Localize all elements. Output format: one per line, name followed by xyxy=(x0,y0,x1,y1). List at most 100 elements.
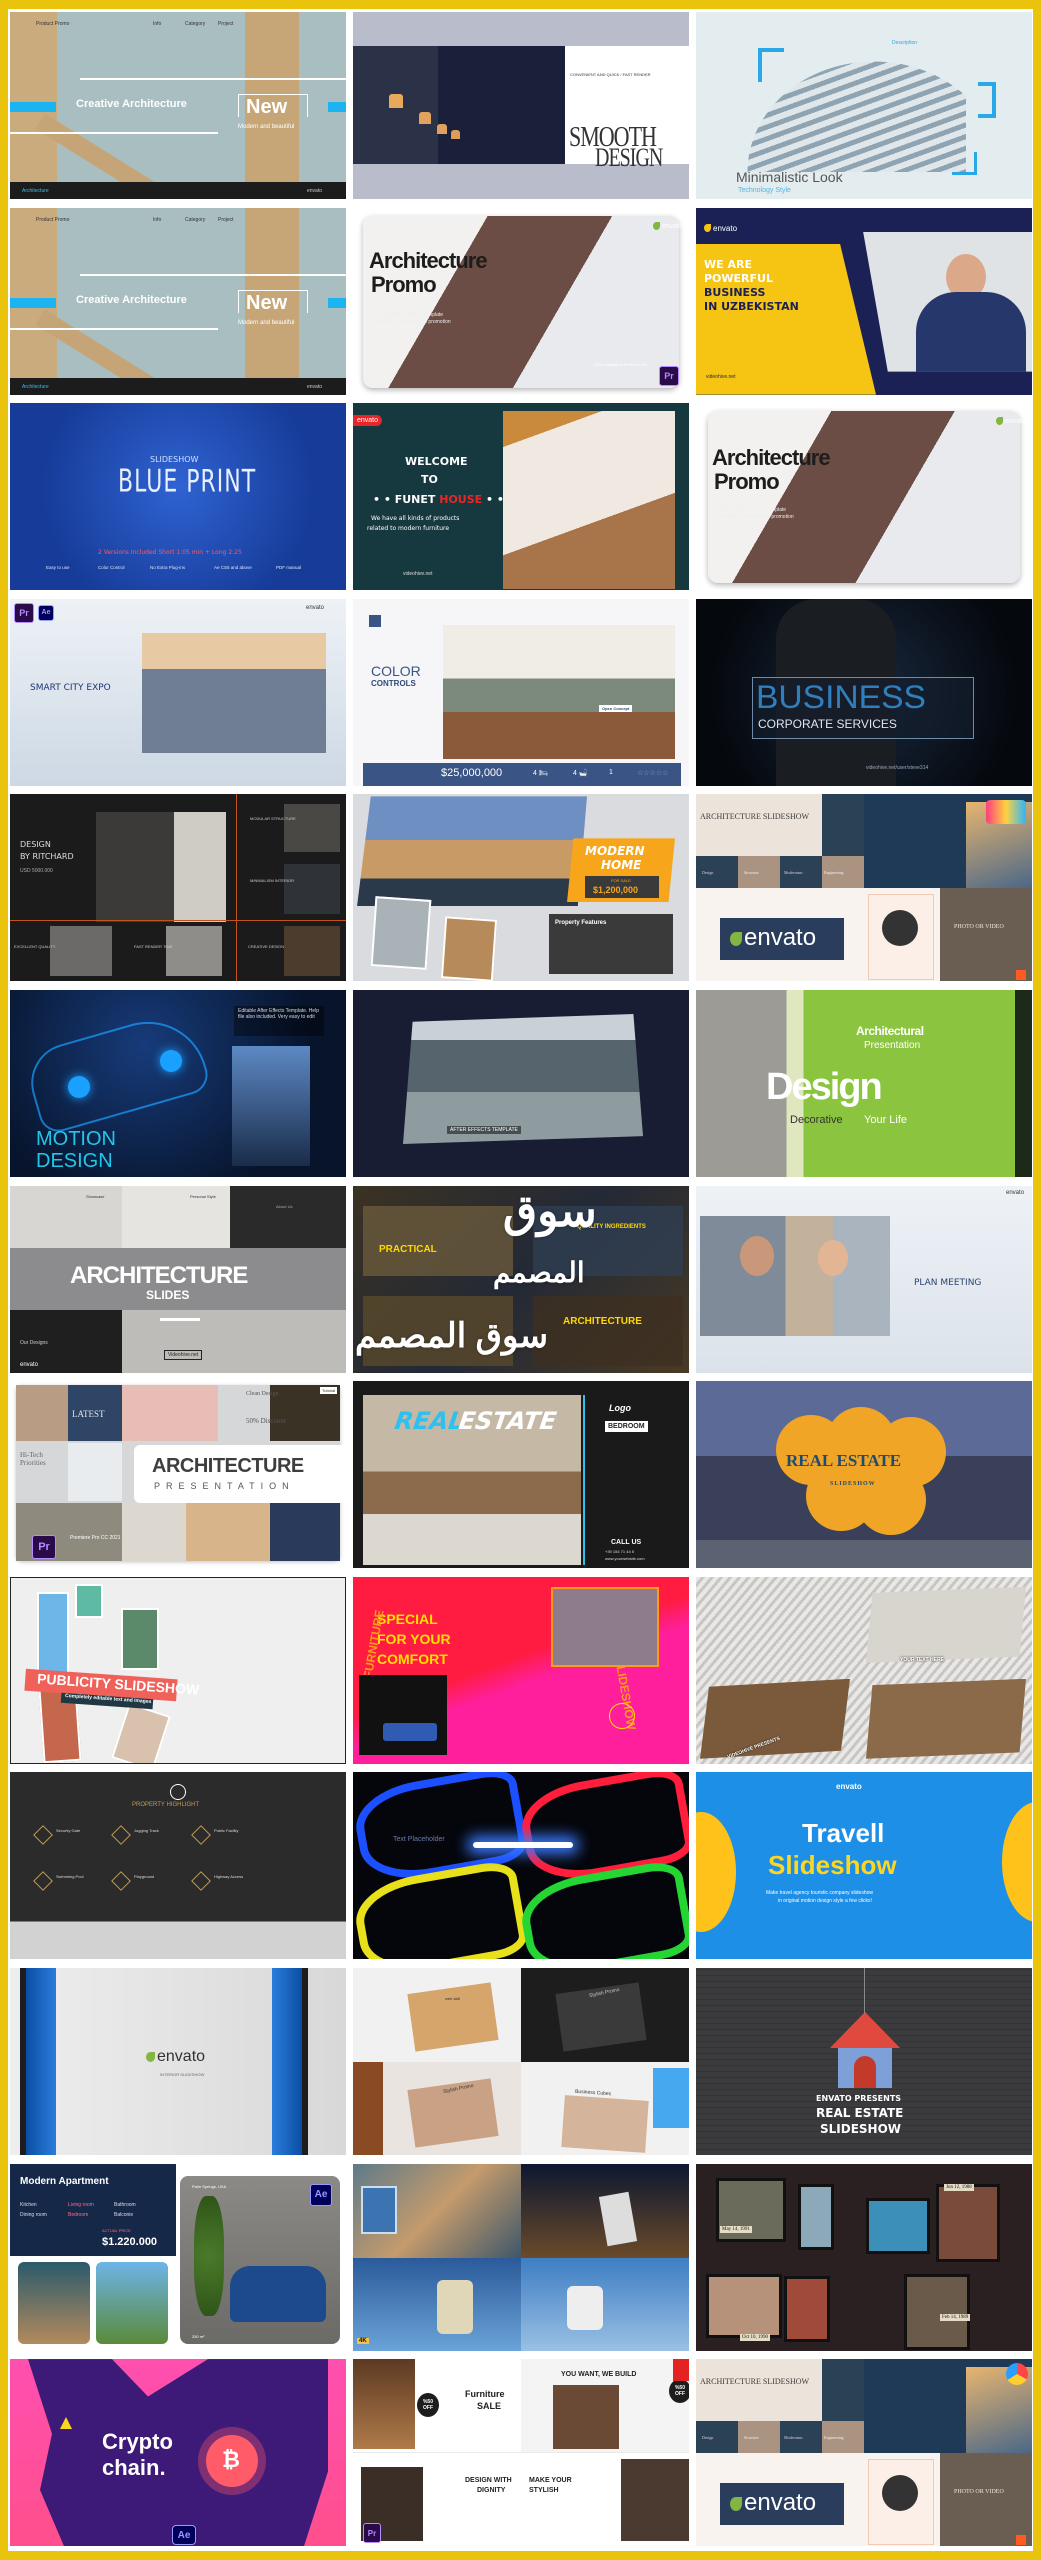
light-flare xyxy=(473,1842,573,1849)
thumbnail-architecture-slideshow[interactable]: ARCHITECTURE SLIDESHOW Design Structure … xyxy=(696,794,1032,982)
subtitle: CORPORATE SERVICES xyxy=(758,716,897,731)
thumbnail-architecture-promo[interactable]: envato Architecture Promo Original After… xyxy=(353,207,689,395)
features-title: Property Features xyxy=(555,920,607,927)
description-1: Original After Effects template xyxy=(720,507,787,514)
thumbnail-creative-architecture[interactable]: Product Promo Info Category Project Crea… xyxy=(10,12,346,199)
thumbnail-property-highlight[interactable]: PROPERTY HIGHLIGHT Security Gate Jogging… xyxy=(10,1772,346,1960)
thumbnail-vintage-photo-wall[interactable]: May 14, 1991 Jun 12, 1988 Oct 10, 1990 F… xyxy=(696,2163,1032,2351)
thumbnail-modern-home[interactable]: MODERN HOME FOR SALE $1,200,000 Property… xyxy=(353,794,689,982)
thumbnail-plan-meeting[interactable]: envato PLAN MEETING xyxy=(696,1185,1032,1373)
thumbnail-architecture-promo[interactable]: envato Architecture Promo Original After… xyxy=(696,403,1032,591)
thumbnail-neon-tubes[interactable]: Text Placeholder xyxy=(353,1772,689,1960)
thumbnail-smart-city-expo[interactable]: Pr Ae envato SMART CITY EXPO xyxy=(10,598,346,786)
slide-panel xyxy=(122,1309,346,1373)
title: Creative Architecture xyxy=(76,98,187,110)
photo-label: PHOTO OR VIDEO xyxy=(954,924,1004,931)
thumbnail-travell-slideshow[interactable]: envato Travell Slideshow Make travel age… xyxy=(696,1772,1032,1960)
thumbnail-design-by-ritchard[interactable]: DESIGN BY RITCHARD USD 5000.000 MODULAR … xyxy=(10,794,346,982)
thumbnail-city-parallax[interactable]: AFTER EFFECTS TEMPLATE xyxy=(353,989,689,1177)
blob xyxy=(696,1812,736,1933)
thumbnail-city-lights-4k[interactable]: 4K xyxy=(353,2163,689,2351)
thumbnail-funet-house[interactable]: envato WELCOME TO • • FUNET HOUSE • • We… xyxy=(353,403,689,591)
rating-stars: ☆☆☆☆☆ xyxy=(637,769,669,777)
caption: Text Placeholder xyxy=(393,1836,445,1844)
city-photo xyxy=(142,632,326,753)
tube-yellow xyxy=(353,1858,531,1960)
thumbnail-architectural-presentation[interactable]: Architectural Presentation Design Decora… xyxy=(696,989,1032,1177)
date-label: May 14, 1991 xyxy=(720,2225,752,2233)
room-label: BEDROOM xyxy=(605,1421,648,1433)
corner-bracket xyxy=(758,48,784,82)
thumbnail-envato-real-estate[interactable]: ENVATO PRESENTS REAL ESTATE SLIDESHOW xyxy=(696,1967,1032,2155)
blob-shape xyxy=(28,2359,328,2547)
tab-engineering: Engineering xyxy=(824,2435,844,2441)
portrait-card xyxy=(567,2285,603,2330)
person-face xyxy=(740,1235,774,1276)
area-count: 1 xyxy=(609,768,613,776)
discount-badge: %50 OFF xyxy=(417,2393,439,2418)
thumbnail-architecture-presentation[interactable]: ARCHITECTURE PRESENTATION LATEST Clean D… xyxy=(10,1381,346,1569)
area: 250 m² xyxy=(192,2333,205,2339)
new-badge: New xyxy=(246,291,288,314)
blob xyxy=(1002,1802,1032,1923)
thumbnail-furniture-sale[interactable]: Furniture SALE YOU WANT, WE BUILD DESIGN… xyxy=(353,2359,689,2547)
thumbnail-color-controls[interactable]: COLOR CONTROLS Open Concept $25,000,000 … xyxy=(353,598,689,786)
nav-category: Category xyxy=(185,21,206,27)
thumb-photo xyxy=(440,916,498,982)
thumbnail-minimalistic-look[interactable]: Description Minimalistic Look Technology… xyxy=(696,12,1032,199)
thumbnail-furniture-special[interactable]: SPECIAL FOR YOUR COMFORT FURNITURE SLIDE… xyxy=(353,1576,689,1764)
thumbnail-watermarked-collage[interactable]: PRACTICAL QUALITY INGREDIENTS ARCHITECTU… xyxy=(353,1185,689,1373)
brand-label: Product Promo xyxy=(36,21,70,27)
feature: Easy to use xyxy=(46,565,70,571)
thumbnail-puzzle-blocks[interactable]: YOUR TEXT HERE VIDEOHIVE PRESENTS xyxy=(696,1576,1032,1764)
thumbnail-business-cubes[interactable]: Stylish Promo Stylish Promo Business Cub… xyxy=(353,1967,689,2155)
thumbnail-publicity-slideshow[interactable]: PUBLICITY SLIDESHOW Completely editable … xyxy=(10,1576,346,1764)
thumbnail-interior-slideshow[interactable]: envato INTERIOR SLIDESHOW xyxy=(10,1967,346,2155)
thumbnail-modern-apartment[interactable]: Modern Apartment Kitchen Living room Bat… xyxy=(10,2163,346,2351)
profile-photo xyxy=(882,2475,918,2512)
furniture xyxy=(353,2061,383,2155)
title: DESIGN WITH xyxy=(465,2477,512,2485)
house-door xyxy=(854,2055,876,2088)
house-roof xyxy=(830,2011,900,2048)
subtitle: Technology Style xyxy=(738,187,791,194)
title-line-2: Slideshow xyxy=(768,1850,897,1881)
nav-info: Info xyxy=(153,216,162,223)
location: Palm Springs, USA xyxy=(192,2183,227,2189)
tube-green xyxy=(515,1858,689,1960)
title: DIGNITY xyxy=(477,2487,506,2495)
thumbnail-creative-architecture[interactable]: Product Promo Info Category Project Crea… xyxy=(10,207,346,395)
envato-logo: envato xyxy=(730,924,816,952)
photo-frame xyxy=(936,2183,1000,2262)
feature-icon xyxy=(111,1825,131,1846)
room: Bedroom xyxy=(68,2211,89,2218)
bg-text: ARCHITECTURE xyxy=(563,1315,642,1327)
note: 100% editable in Premiere Pro xyxy=(593,361,648,367)
accent-bar xyxy=(328,102,346,112)
thumbnail-crypto-chain[interactable]: Crypto chain. ₿ Ae xyxy=(10,2359,346,2547)
thumbnail-real-estate-bedroom[interactable]: REAL ESTATE Logo BEDROOM CALL US +39 154… xyxy=(353,1381,689,1569)
thumbnail-architecture-slideshow[interactable]: ARCHITECTURE SLIDESHOW Design Structure … xyxy=(696,2359,1032,2547)
tab-modernism: Modernism xyxy=(784,870,803,876)
nav-project: Project xyxy=(218,216,234,223)
home-icon xyxy=(369,614,381,627)
slide-panel xyxy=(10,1185,122,1248)
title-line-1: DESIGN xyxy=(20,840,51,850)
thumbnail-powerful-business[interactable]: envato WE ARE POWERFUL BUSINESS IN UZBEK… xyxy=(696,207,1032,395)
thumbnail-smooth-design[interactable]: CONVENIENT AND QUICK / FAST RENDER SMOOT… xyxy=(353,12,689,199)
headline-1: WE ARE xyxy=(704,257,752,271)
feature-icon xyxy=(33,1871,53,1892)
thumbnail-business-corporate[interactable]: BUSINESS CORPORATE SERVICES videohive.ne… xyxy=(696,598,1032,786)
thumbnail-real-estate-slideshow[interactable]: REAL ESTATE SLIDESHOW xyxy=(696,1381,1032,1569)
feature-label: Highway Access xyxy=(214,1874,244,1880)
title-line-1: Architecture xyxy=(369,247,488,273)
thumbnail-blue-print[interactable]: SLIDESHOW BLUE PRINT 2 Versions Included… xyxy=(10,403,346,591)
thumbnail-motion-design[interactable]: Editable After Effects Template. Help fi… xyxy=(10,989,346,1177)
label: Tutorial xyxy=(320,1387,338,1395)
tag: Open Concept xyxy=(599,704,633,712)
watermark-line-2: المصمم xyxy=(493,1256,585,1288)
subtitle: Modern and beautiful xyxy=(238,319,295,326)
title: SMART CITY EXPO xyxy=(30,682,111,693)
premiere-pro-icon: Pr xyxy=(363,2523,381,2544)
thumbnail-architecture-slides[interactable]: ARCHITECTURE SLIDES Videohive.net envato… xyxy=(10,1185,346,1373)
